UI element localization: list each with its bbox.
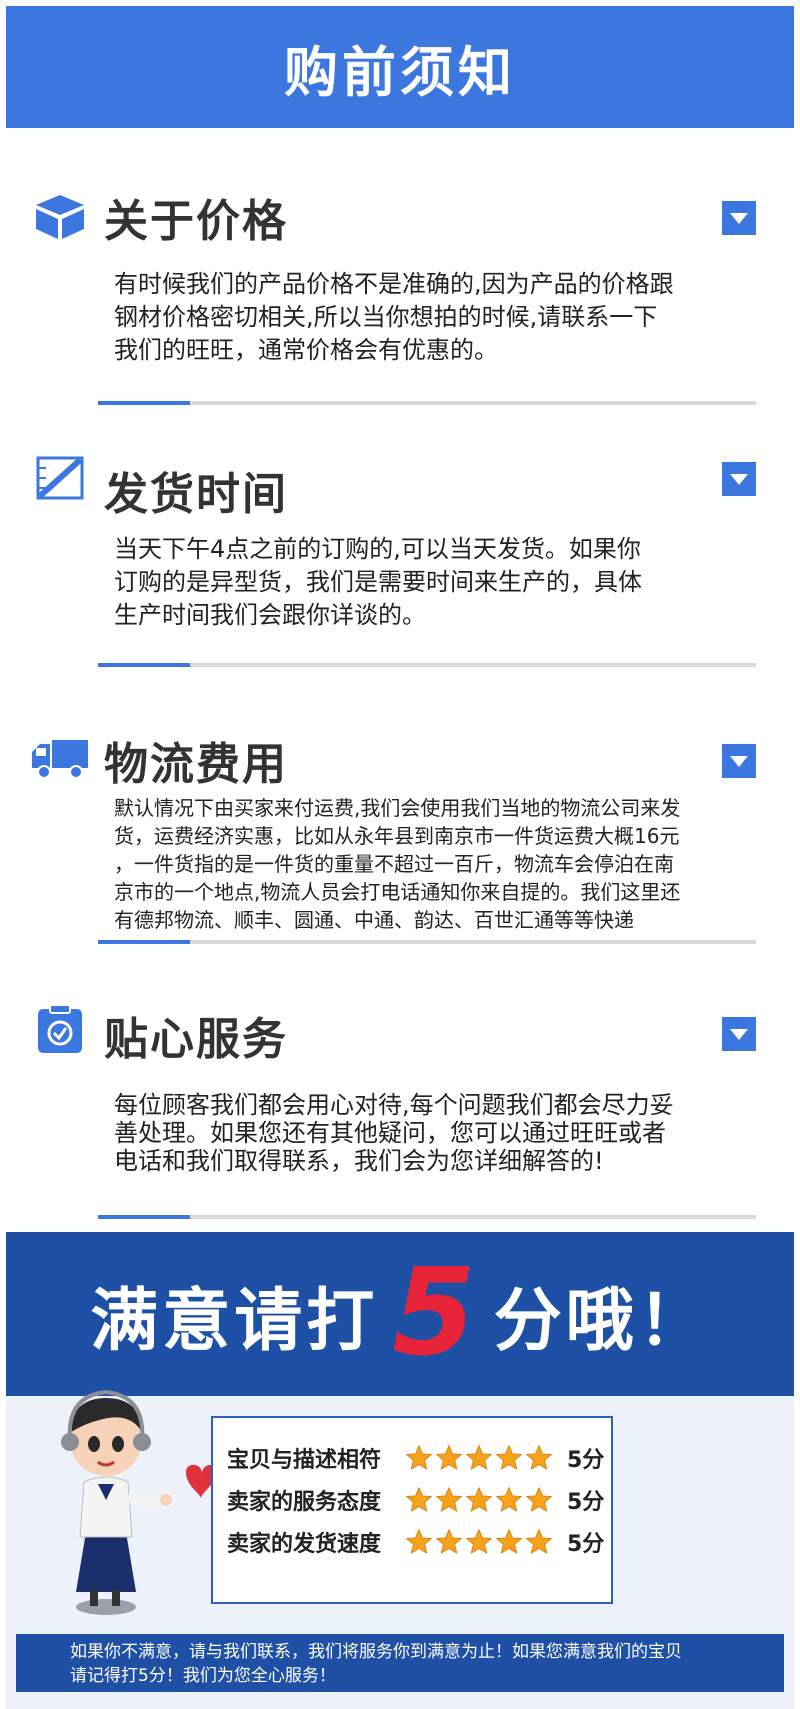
star-icon xyxy=(525,1444,553,1471)
section-body: 有时候我们的产品价格不是准确的,因为产品的价格跟 钢材价格密切相关,所以当你想拍… xyxy=(114,270,674,364)
section-divider xyxy=(98,663,756,667)
chevron-down-icon xyxy=(730,1028,748,1040)
chevron-down-icon xyxy=(730,473,748,485)
star-icon xyxy=(405,1486,433,1513)
truck-icon xyxy=(32,740,88,779)
section-title: 贴心服务 xyxy=(104,1014,288,1065)
section-body: 每位顾客我们都会用心对待,每个问题我们都会尽力妥 善处理。如果您还有其他疑问，您… xyxy=(114,1091,674,1175)
rating-row: 卖家的发货速度 5分 xyxy=(227,1522,604,1562)
rating-panel: 满意请打 5 分哦！ 宝贝与描述相符 5分 卖家的服务态度 5分 卖家的发货速度… xyxy=(6,1232,794,1709)
star-icon xyxy=(465,1444,493,1471)
rating-box: 宝贝与描述相符 5分 卖家的服务态度 5分 卖家的发货速度 5分 xyxy=(211,1416,613,1604)
footer-message: 如果你不满意，请与我们联系，我们将服务你到满意为止！如果您满意我们的宝贝 请记得… xyxy=(16,1634,784,1692)
banner-number: 5 xyxy=(392,1244,480,1383)
star-icon xyxy=(435,1444,463,1471)
star-icon xyxy=(435,1528,463,1555)
chevron-down-icon xyxy=(730,755,748,767)
rating-banner: 满意请打 5 分哦！ xyxy=(6,1232,794,1396)
rating-row: 卖家的服务态度 5分 xyxy=(227,1480,604,1520)
star-rating xyxy=(405,1528,555,1556)
expand-toggle-button[interactable] xyxy=(722,1017,756,1051)
section-divider xyxy=(98,940,756,944)
expand-toggle-button[interactable] xyxy=(722,462,756,496)
section-body: 当天下午4点之前的订购的,可以当天发货。如果你 订购的是异型货，我们是需要时间来… xyxy=(114,535,642,629)
section-title: 关于价格 xyxy=(104,196,288,247)
chevron-down-icon xyxy=(730,212,748,224)
section-divider xyxy=(98,401,756,405)
section-divider xyxy=(98,1215,756,1219)
star-rating xyxy=(405,1444,555,1472)
ruler-pencil-icon xyxy=(36,456,84,500)
star-icon xyxy=(525,1528,553,1555)
star-rating xyxy=(405,1486,555,1514)
banner-text: 满意请打 5 分哦！ xyxy=(90,1244,710,1383)
page-title: 购前须知 xyxy=(284,40,516,104)
section-title: 发货时间 xyxy=(104,469,288,520)
star-icon xyxy=(465,1528,493,1555)
customer-service-mascot xyxy=(61,1389,216,1615)
section-body: 默认情况下由买家来付运费,我们会使用我们当地的物流公司来发 货，运费经济实惠，比… xyxy=(114,796,681,932)
star-icon xyxy=(525,1486,553,1513)
star-icon xyxy=(435,1486,463,1513)
cube-icon xyxy=(36,195,84,239)
expand-toggle-button[interactable] xyxy=(722,744,756,778)
section-title: 物流费用 xyxy=(104,739,288,790)
star-icon xyxy=(495,1486,523,1513)
rating-row: 宝贝与描述相符 5分 xyxy=(227,1438,604,1478)
star-icon xyxy=(405,1528,433,1555)
star-icon xyxy=(465,1486,493,1513)
star-icon xyxy=(405,1444,433,1471)
star-icon xyxy=(495,1444,523,1471)
star-icon xyxy=(495,1528,523,1555)
clipboard-check-icon xyxy=(38,1004,82,1053)
expand-toggle-button[interactable] xyxy=(722,201,756,235)
page-header: 购前须知 xyxy=(6,6,794,128)
